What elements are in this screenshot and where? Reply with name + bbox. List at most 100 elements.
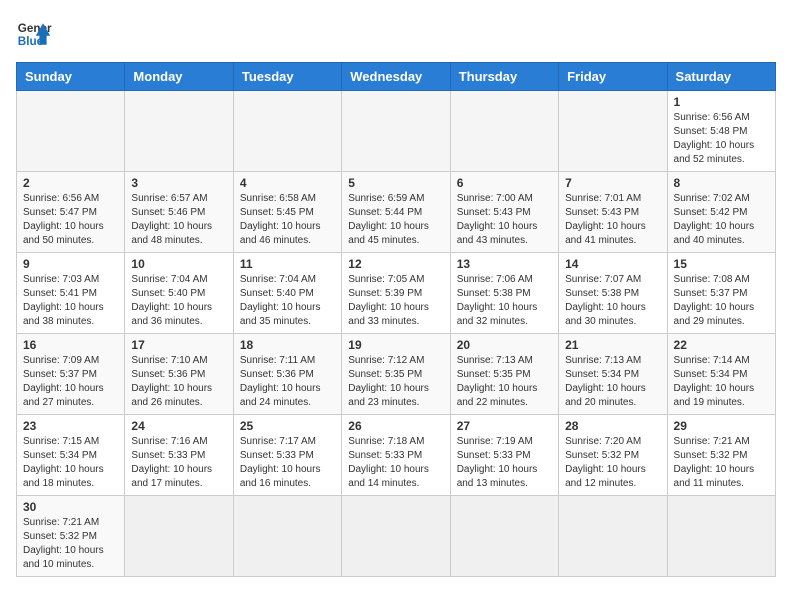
calendar-cell: 20Sunrise: 7:13 AMSunset: 5:35 PMDayligh… bbox=[450, 334, 558, 415]
calendar-header-wednesday: Wednesday bbox=[342, 63, 450, 91]
day-info: Sunrise: 7:18 AMSunset: 5:33 PMDaylight:… bbox=[348, 435, 443, 491]
calendar-header-saturday: Saturday bbox=[667, 63, 775, 91]
day-info: Sunrise: 7:11 AMSunset: 5:36 PMDaylight:… bbox=[240, 354, 335, 410]
calendar-cell bbox=[17, 91, 125, 172]
calendar-week-4: 16 Sunrise: 7:09 AMSunset: 5:37 PMDayligh… bbox=[17, 334, 776, 415]
day-number: 30 bbox=[23, 500, 118, 514]
day-number: 23 bbox=[23, 419, 118, 433]
day-info: Sunrise: 7:05 AMSunset: 5:39 PMDaylight:… bbox=[348, 273, 443, 329]
calendar-week-3: 9 Sunrise: 7:03 AMSunset: 5:41 PMDaylight… bbox=[17, 253, 776, 334]
day-info: Sunrise: 7:21 AMSunset: 5:32 PMDaylight:… bbox=[23, 516, 118, 572]
page-header: General Blue bbox=[16, 16, 776, 52]
calendar-cell bbox=[125, 91, 233, 172]
day-info: Sunrise: 7:21 AMSunset: 5:32 PMDaylight:… bbox=[674, 435, 769, 491]
calendar-week-6: 30 Sunrise: 7:21 AMSunset: 5:32 PMDayligh… bbox=[17, 496, 776, 577]
day-info: Sunrise: 7:04 AMSunset: 5:40 PMDaylight:… bbox=[240, 273, 335, 329]
day-info: Sunrise: 7:15 AMSunset: 5:34 PMDaylight:… bbox=[23, 435, 118, 491]
calendar-cell: 6Sunrise: 7:00 AMSunset: 5:43 PMDaylight… bbox=[450, 172, 558, 253]
calendar-header-monday: Monday bbox=[125, 63, 233, 91]
day-number: 26 bbox=[348, 419, 443, 433]
calendar-cell: 26 Sunrise: 7:18 AMSunset: 5:33 PMDayligh… bbox=[342, 415, 450, 496]
day-number: 27 bbox=[457, 419, 552, 433]
day-info: Sunrise: 6:58 AMSunset: 5:45 PMDaylight:… bbox=[240, 192, 335, 248]
calendar-cell: 3Sunrise: 6:57 AMSunset: 5:46 PMDaylight… bbox=[125, 172, 233, 253]
day-info: Sunrise: 7:17 AMSunset: 5:33 PMDaylight:… bbox=[240, 435, 335, 491]
calendar-cell: 18 Sunrise: 7:11 AMSunset: 5:36 PMDayligh… bbox=[233, 334, 341, 415]
calendar-cell: 30 Sunrise: 7:21 AMSunset: 5:32 PMDayligh… bbox=[17, 496, 125, 577]
calendar-header-row: SundayMondayTuesdayWednesdayThursdayFrid… bbox=[17, 63, 776, 91]
calendar-header-thursday: Thursday bbox=[450, 63, 558, 91]
calendar-cell bbox=[342, 91, 450, 172]
day-number: 5 bbox=[348, 176, 443, 190]
calendar-week-2: 2Sunrise: 6:56 AMSunset: 5:47 PMDaylight… bbox=[17, 172, 776, 253]
day-number: 18 bbox=[240, 338, 335, 352]
calendar-cell: 1 Sunrise: 6:56 AMSunset: 5:48 PMDaylight… bbox=[667, 91, 775, 172]
day-number: 19 bbox=[348, 338, 443, 352]
calendar-cell: 10Sunrise: 7:04 AMSunset: 5:40 PMDayligh… bbox=[125, 253, 233, 334]
calendar-cell: 5 Sunrise: 6:59 AMSunset: 5:44 PMDaylight… bbox=[342, 172, 450, 253]
day-number: 13 bbox=[457, 257, 552, 271]
day-info: Sunrise: 7:09 AMSunset: 5:37 PMDaylight:… bbox=[23, 354, 118, 410]
day-number: 16 bbox=[23, 338, 118, 352]
calendar-cell: 16 Sunrise: 7:09 AMSunset: 5:37 PMDayligh… bbox=[17, 334, 125, 415]
calendar-cell: 7 Sunrise: 7:01 AMSunset: 5:43 PMDaylight… bbox=[559, 172, 667, 253]
logo-icon: General Blue bbox=[16, 16, 52, 52]
calendar-cell bbox=[667, 496, 775, 577]
day-info: Sunrise: 7:13 AMSunset: 5:35 PMDaylight:… bbox=[457, 354, 552, 410]
day-number: 28 bbox=[565, 419, 660, 433]
calendar-week-1: 1 Sunrise: 6:56 AMSunset: 5:48 PMDaylight… bbox=[17, 91, 776, 172]
calendar-cell: 13 Sunrise: 7:06 AMSunset: 5:38 PMDayligh… bbox=[450, 253, 558, 334]
calendar-header-sunday: Sunday bbox=[17, 63, 125, 91]
calendar-cell bbox=[450, 91, 558, 172]
day-number: 7 bbox=[565, 176, 660, 190]
calendar-cell: 4 Sunrise: 6:58 AMSunset: 5:45 PMDaylight… bbox=[233, 172, 341, 253]
calendar-header-tuesday: Tuesday bbox=[233, 63, 341, 91]
day-info: Sunrise: 6:56 AMSunset: 5:48 PMDaylight:… bbox=[674, 111, 769, 167]
day-info: Sunrise: 7:03 AMSunset: 5:41 PMDaylight:… bbox=[23, 273, 118, 329]
day-number: 9 bbox=[23, 257, 118, 271]
day-info: Sunrise: 7:01 AMSunset: 5:43 PMDaylight:… bbox=[565, 192, 660, 248]
calendar-cell: 28 Sunrise: 7:20 AMSunset: 5:32 PMDayligh… bbox=[559, 415, 667, 496]
calendar-cell: 27Sunrise: 7:19 AMSunset: 5:33 PMDayligh… bbox=[450, 415, 558, 496]
day-info: Sunrise: 6:59 AMSunset: 5:44 PMDaylight:… bbox=[348, 192, 443, 248]
day-info: Sunrise: 7:07 AMSunset: 5:38 PMDaylight:… bbox=[565, 273, 660, 329]
calendar-cell bbox=[450, 496, 558, 577]
day-info: Sunrise: 7:02 AMSunset: 5:42 PMDaylight:… bbox=[674, 192, 769, 248]
calendar-body: 1 Sunrise: 6:56 AMSunset: 5:48 PMDaylight… bbox=[17, 91, 776, 577]
day-number: 14 bbox=[565, 257, 660, 271]
day-number: 11 bbox=[240, 257, 335, 271]
day-info: Sunrise: 7:20 AMSunset: 5:32 PMDaylight:… bbox=[565, 435, 660, 491]
day-info: Sunrise: 7:00 AMSunset: 5:43 PMDaylight:… bbox=[457, 192, 552, 248]
day-number: 3 bbox=[131, 176, 226, 190]
calendar-header-friday: Friday bbox=[559, 63, 667, 91]
day-info: Sunrise: 7:10 AMSunset: 5:36 PMDaylight:… bbox=[131, 354, 226, 410]
calendar-cell: 12 Sunrise: 7:05 AMSunset: 5:39 PMDayligh… bbox=[342, 253, 450, 334]
day-info: Sunrise: 7:14 AMSunset: 5:34 PMDaylight:… bbox=[674, 354, 769, 410]
day-info: Sunrise: 7:06 AMSunset: 5:38 PMDaylight:… bbox=[457, 273, 552, 329]
day-number: 4 bbox=[240, 176, 335, 190]
day-info: Sunrise: 7:16 AMSunset: 5:33 PMDaylight:… bbox=[131, 435, 226, 491]
day-info: Sunrise: 7:12 AMSunset: 5:35 PMDaylight:… bbox=[348, 354, 443, 410]
calendar-cell: 17 Sunrise: 7:10 AMSunset: 5:36 PMDayligh… bbox=[125, 334, 233, 415]
calendar-cell bbox=[233, 91, 341, 172]
day-number: 10 bbox=[131, 257, 226, 271]
day-info: Sunrise: 7:13 AMSunset: 5:34 PMDaylight:… bbox=[565, 354, 660, 410]
day-number: 12 bbox=[348, 257, 443, 271]
calendar-cell: 9 Sunrise: 7:03 AMSunset: 5:41 PMDaylight… bbox=[17, 253, 125, 334]
calendar-cell: 14 Sunrise: 7:07 AMSunset: 5:38 PMDayligh… bbox=[559, 253, 667, 334]
day-number: 17 bbox=[131, 338, 226, 352]
calendar-cell bbox=[559, 496, 667, 577]
calendar-week-5: 23 Sunrise: 7:15 AMSunset: 5:34 PMDayligh… bbox=[17, 415, 776, 496]
calendar-cell bbox=[559, 91, 667, 172]
calendar-cell: 19 Sunrise: 7:12 AMSunset: 5:35 PMDayligh… bbox=[342, 334, 450, 415]
day-number: 8 bbox=[674, 176, 769, 190]
day-number: 24 bbox=[131, 419, 226, 433]
calendar-cell: 23 Sunrise: 7:15 AMSunset: 5:34 PMDayligh… bbox=[17, 415, 125, 496]
day-number: 15 bbox=[674, 257, 769, 271]
calendar-cell: 8 Sunrise: 7:02 AMSunset: 5:42 PMDaylight… bbox=[667, 172, 775, 253]
calendar-cell: 24 Sunrise: 7:16 AMSunset: 5:33 PMDayligh… bbox=[125, 415, 233, 496]
day-number: 29 bbox=[674, 419, 769, 433]
day-number: 1 bbox=[674, 95, 769, 109]
day-info: Sunrise: 7:08 AMSunset: 5:37 PMDaylight:… bbox=[674, 273, 769, 329]
calendar-cell: 22Sunrise: 7:14 AMSunset: 5:34 PMDayligh… bbox=[667, 334, 775, 415]
